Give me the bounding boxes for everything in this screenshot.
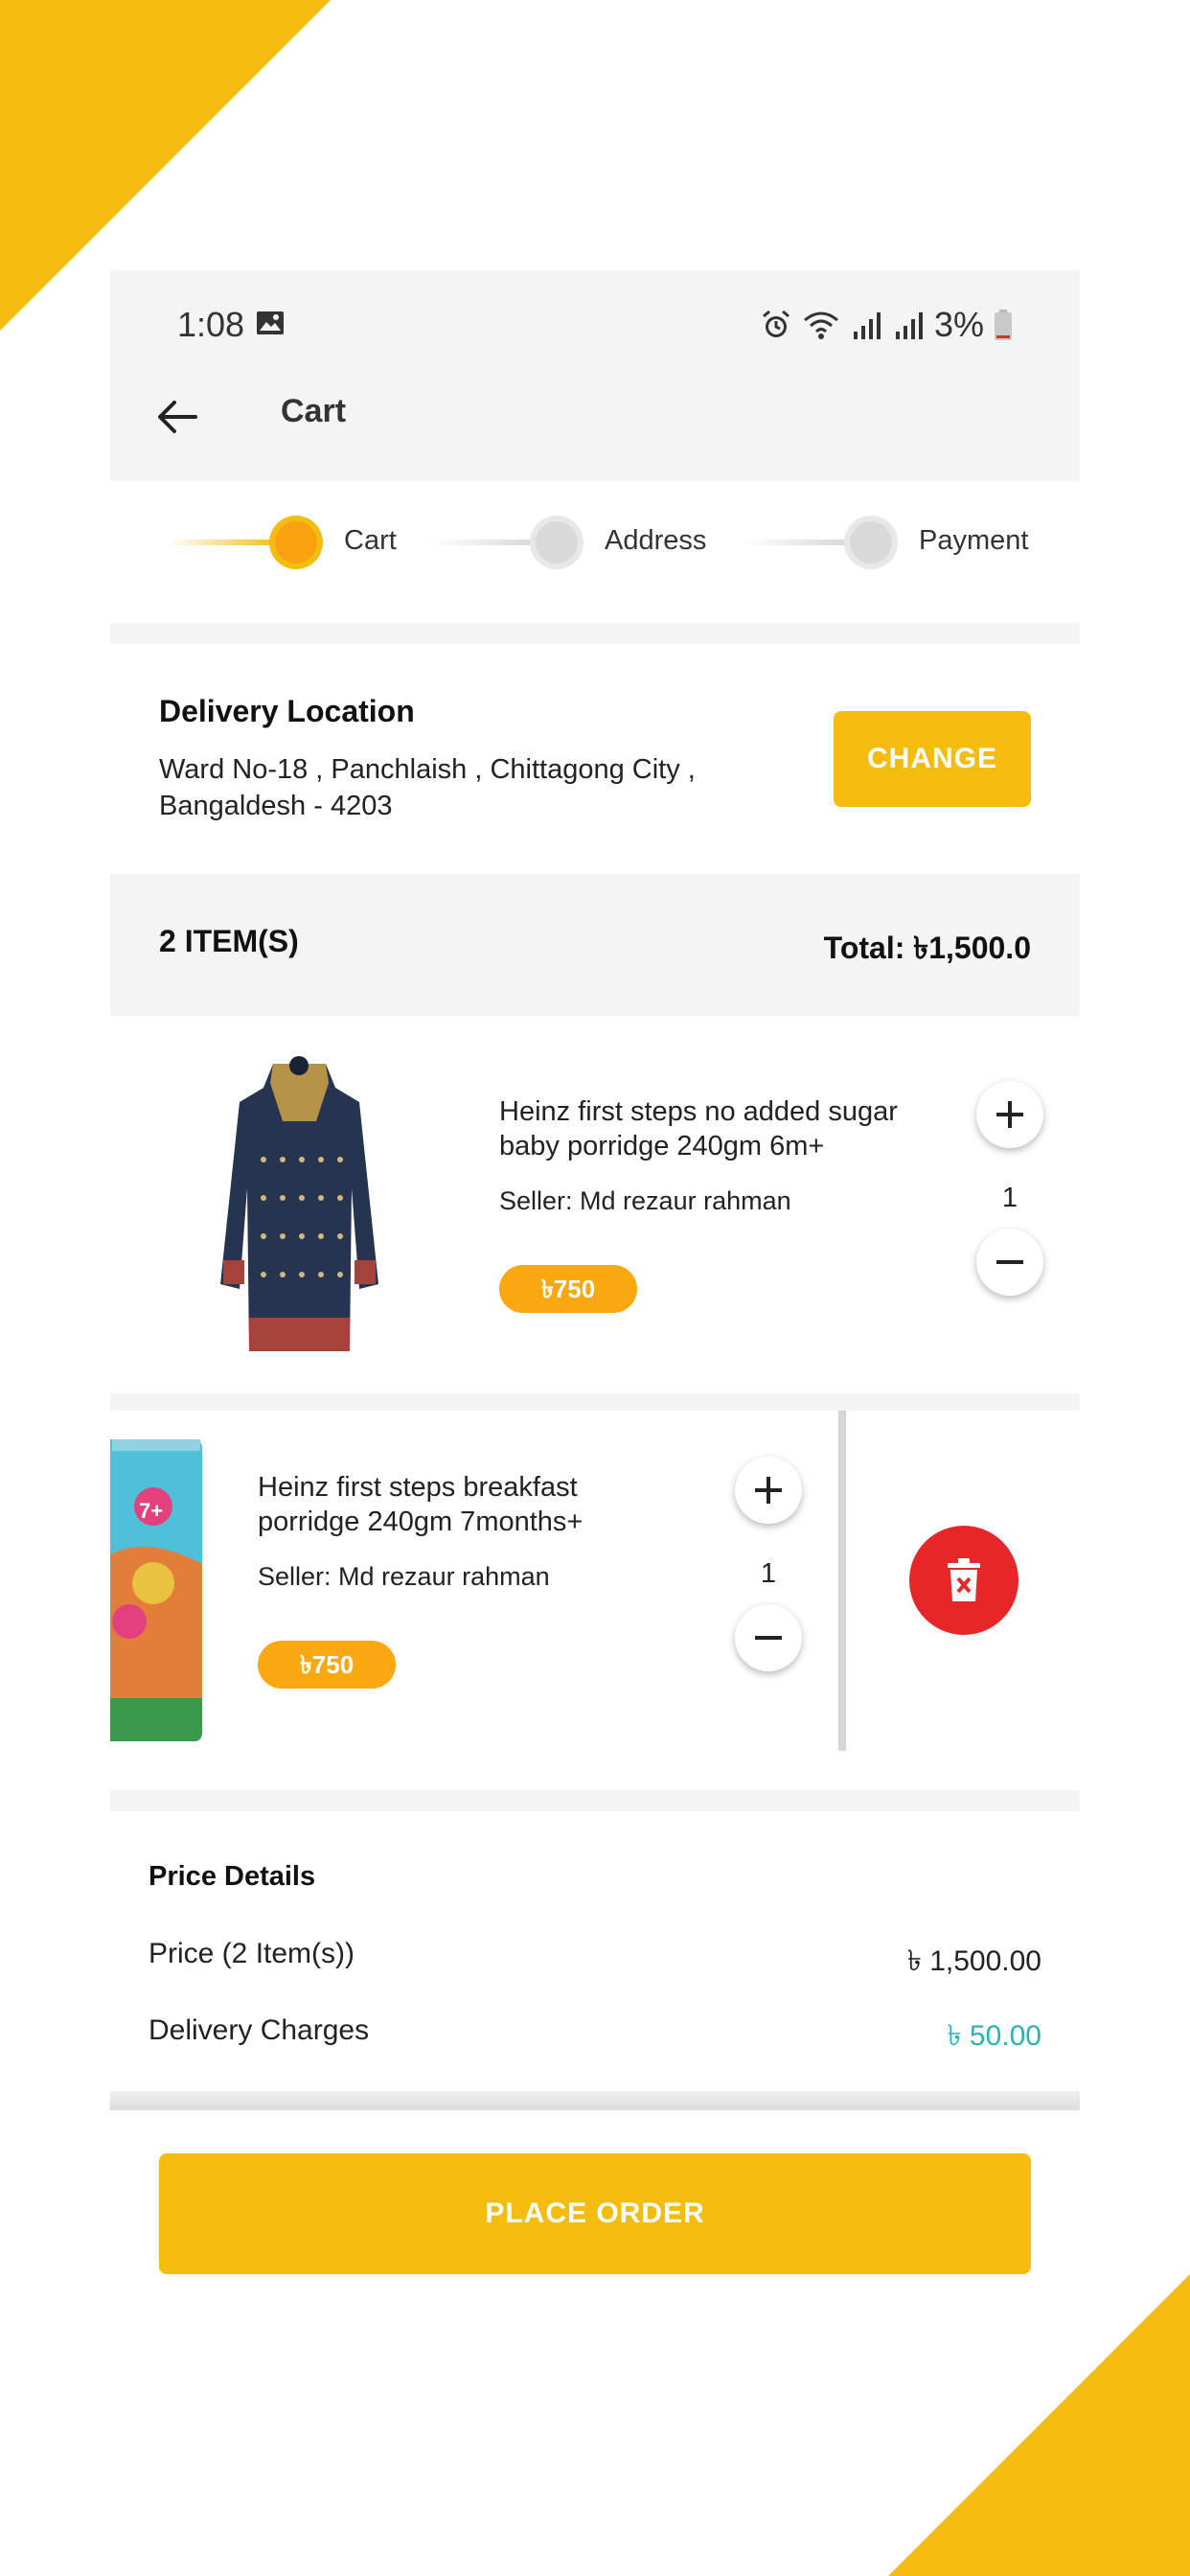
price-badge: ৳750 xyxy=(258,1641,396,1689)
step-label-address: Address xyxy=(605,525,707,556)
signal-icon xyxy=(853,312,881,339)
alarm-icon xyxy=(763,310,790,337)
delivery-charges-value: ৳ 50.00 xyxy=(947,2020,1041,2052)
increase-quantity-button[interactable] xyxy=(735,1457,802,1524)
plus-icon xyxy=(755,1477,782,1504)
checkout-stepper: Cart Address Payment xyxy=(110,481,1080,604)
back-arrow-icon[interactable] xyxy=(153,393,201,441)
item-quantity: 1 xyxy=(760,1558,777,1589)
item-seller: Seller: Md rezaur rahman xyxy=(258,1562,550,1591)
phone-screen: 1:08 3% Cart Cart Address Payment Delive… xyxy=(110,270,1080,2110)
delivery-location-title: Delivery Location xyxy=(159,694,415,728)
step-label-cart: Cart xyxy=(344,525,397,556)
status-icons: 3% xyxy=(760,305,1013,345)
battery-icon xyxy=(995,310,1012,340)
signal-icon xyxy=(895,312,923,339)
step-label-payment: Payment xyxy=(919,525,1029,556)
page-title: Cart xyxy=(281,393,347,429)
section-gap xyxy=(110,623,1080,644)
product-image-porridge-tin xyxy=(110,1439,202,1741)
decor-corner-bottom-right xyxy=(888,2274,1190,2576)
top-bar: 1:08 3% Cart xyxy=(110,270,1080,481)
section-gap xyxy=(110,1790,1080,1811)
step-dot-cart xyxy=(275,521,317,564)
item-name: Heinz first steps no added sugar baby po… xyxy=(499,1096,898,1162)
delivery-address: Ward No-18 , Panchlaish , Chittagong Cit… xyxy=(159,754,696,821)
item-quantity: 1 xyxy=(1001,1183,1018,1213)
status-time: 1:08 xyxy=(177,305,245,344)
cart-item-swiped: 7+ Heinz first steps breakfast porridge … xyxy=(110,1411,1080,1775)
price-row-label: Price (2 Item(s)) xyxy=(149,1938,355,1969)
item-seller: Seller: Md rezaur rahman xyxy=(499,1186,791,1215)
trash-icon xyxy=(948,1558,980,1601)
price-details-title: Price Details xyxy=(149,1861,316,1892)
decrease-quantity-button[interactable] xyxy=(976,1229,1043,1296)
decrease-quantity-button[interactable] xyxy=(735,1604,802,1671)
items-count: 2 ITEM(S) xyxy=(159,924,299,958)
price-details-bottom-edge xyxy=(110,2091,1080,2110)
cart-summary: 2 ITEM(S) Total: ৳1,500.0 xyxy=(110,874,1080,1016)
delete-item-button[interactable] xyxy=(909,1526,1018,1635)
step-dot-address xyxy=(536,521,578,564)
wifi-icon xyxy=(804,311,838,339)
item-name: Heinz first steps breakfast porridge 240… xyxy=(258,1472,584,1537)
product-image-dress xyxy=(220,1056,378,1351)
battery-percent: 3% xyxy=(933,305,984,344)
step-line-cart xyxy=(168,540,283,545)
delivery-charges-label: Delivery Charges xyxy=(149,2014,370,2046)
price-badge: ৳750 xyxy=(499,1265,637,1313)
cart-total: Total: ৳1,500.0 xyxy=(823,931,1031,965)
gallery-icon xyxy=(257,311,284,334)
increase-quantity-button[interactable] xyxy=(976,1081,1043,1148)
plus-icon xyxy=(996,1101,1023,1128)
place-order-button[interactable]: PLACE ORDER xyxy=(159,2153,1031,2274)
change-address-button[interactable]: CHANGE xyxy=(834,711,1031,807)
section-gap xyxy=(110,1393,1080,1411)
minus-icon xyxy=(996,1260,1023,1264)
price-row-value: ৳ 1,500.00 xyxy=(906,1945,1041,1977)
minus-icon xyxy=(755,1636,782,1640)
age-badge: 7+ xyxy=(139,1499,164,1523)
step-dot-payment xyxy=(850,521,892,564)
step-line-payment xyxy=(743,540,867,545)
swipe-divider xyxy=(838,1411,846,1751)
